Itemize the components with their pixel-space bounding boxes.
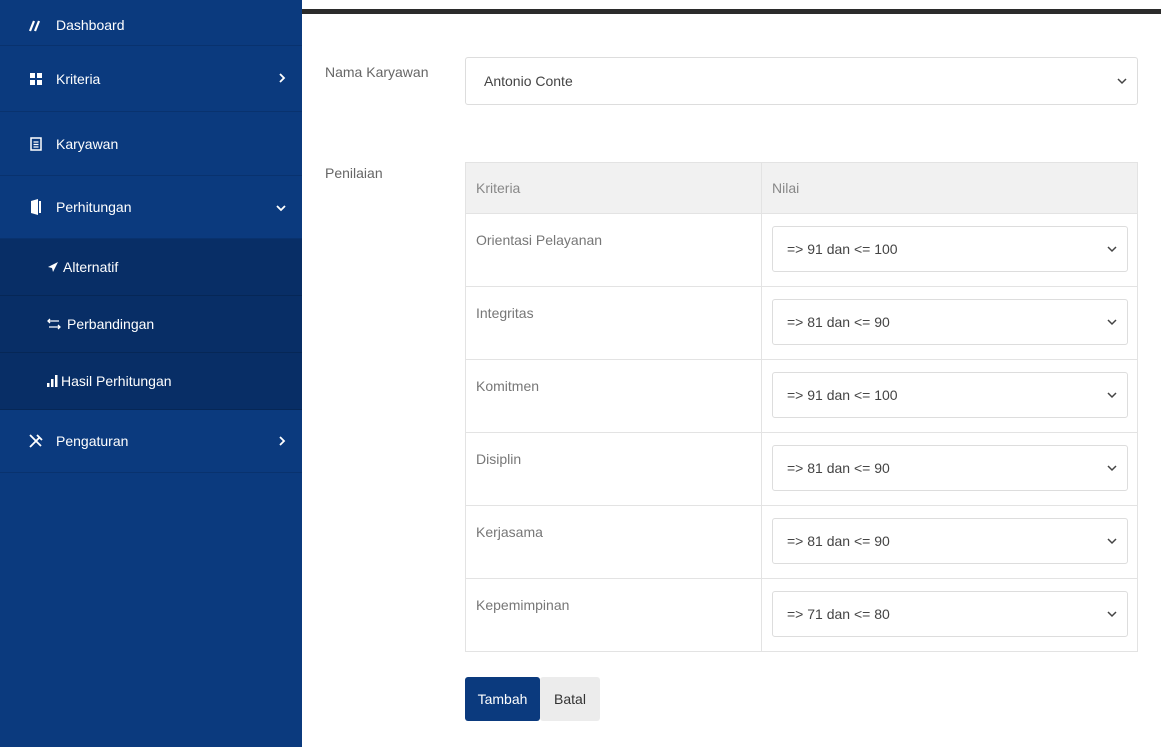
- value-select-text: => 91 dan <= 100: [787, 387, 898, 403]
- value-select[interactable]: => 91 dan <= 100: [772, 372, 1128, 418]
- assessment-label: Penilaian: [325, 165, 383, 181]
- table-row: Integritas => 81 dan <= 90: [465, 286, 1138, 360]
- column-header-kriteria: Kriteria: [465, 162, 762, 214]
- sidebar-item-label: Pengaturan: [56, 433, 129, 449]
- send-icon: [47, 261, 59, 273]
- employee-label: Nama Karyawan: [325, 64, 429, 80]
- sidebar-subitem-perbandingan[interactable]: Perbandingan: [0, 296, 302, 353]
- sidebar-item-karyawan[interactable]: Karyawan: [0, 112, 302, 176]
- criteria-name: Orientasi Pelayanan: [465, 213, 762, 287]
- sidebar-item-kriteria[interactable]: Kriteria: [0, 46, 302, 112]
- criteria-name: Disiplin: [465, 432, 762, 506]
- value-select[interactable]: => 81 dan <= 90: [772, 518, 1128, 564]
- bar-chart-icon: [47, 375, 59, 387]
- value-select-text: => 81 dan <= 90: [787, 533, 890, 549]
- chevron-down-icon: [1107, 465, 1117, 472]
- sidebar-item-dashboard[interactable]: Dashboard: [0, 0, 302, 46]
- chevron-right-icon: [278, 71, 286, 86]
- value-cell: => 81 dan <= 90: [761, 286, 1138, 360]
- column-header-nilai: Nilai: [761, 162, 1138, 214]
- value-select-text: => 91 dan <= 100: [787, 241, 898, 257]
- chevron-down-icon: [1107, 319, 1117, 326]
- sidebar: Dashboard Kriteria Karyawan Perhitungan …: [0, 0, 302, 747]
- sidebar-subitem-label: Alternatif: [63, 259, 119, 275]
- table-header-row: Kriteria Nilai: [465, 162, 1138, 214]
- sidebar-item-label: Karyawan: [56, 135, 119, 152]
- exchange-icon: [47, 318, 61, 330]
- value-select-text: => 81 dan <= 90: [787, 460, 890, 476]
- table-row: Orientasi Pelayanan => 91 dan <= 100: [465, 213, 1138, 287]
- employee-select-value: Antonio Conte: [484, 73, 573, 89]
- assessment-table: Kriteria Nilai Orientasi Pelayanan => 91…: [465, 162, 1138, 652]
- add-button[interactable]: Tambah: [465, 677, 540, 721]
- grid-icon: [28, 71, 44, 87]
- value-select[interactable]: => 91 dan <= 100: [772, 226, 1128, 272]
- employee-select[interactable]: Antonio Conte: [465, 57, 1138, 105]
- criteria-name: Kepemimpinan: [465, 578, 762, 652]
- sidebar-item-label: Perhitungan: [56, 199, 132, 215]
- sidebar-item-label: Kriteria: [56, 70, 101, 87]
- sidebar-subitem-label: Perbandingan: [67, 316, 155, 332]
- chevron-down-icon: [1107, 538, 1117, 545]
- sidebar-subitem-label: Hasil Perhitungan: [61, 373, 172, 389]
- value-cell: => 71 dan <= 80: [761, 578, 1138, 652]
- value-cell: => 81 dan <= 90: [761, 505, 1138, 579]
- chevron-down-icon: [1117, 78, 1127, 85]
- criteria-name: Kerjasama: [465, 505, 762, 579]
- chevron-down-icon: [1107, 392, 1117, 399]
- criteria-name: Integritas: [465, 286, 762, 360]
- value-select-text: => 81 dan <= 90: [787, 314, 890, 330]
- value-cell: => 81 dan <= 90: [761, 432, 1138, 506]
- table-row: Kerjasama => 81 dan <= 90: [465, 505, 1138, 579]
- sidebar-item-perhitungan[interactable]: Perhitungan: [0, 176, 302, 239]
- criteria-name: Komitmen: [465, 359, 762, 433]
- value-select[interactable]: => 81 dan <= 90: [772, 299, 1128, 345]
- table-row: Kepemimpinan => 71 dan <= 80: [465, 578, 1138, 652]
- sidebar-subitem-hasil-perhitungan[interactable]: Hasil Perhitungan: [0, 353, 302, 410]
- value-cell: => 91 dan <= 100: [761, 359, 1138, 433]
- document-icon: [28, 136, 44, 152]
- sidebar-item-label: Dashboard: [56, 16, 125, 33]
- sidebar-item-pengaturan[interactable]: Pengaturan: [0, 410, 302, 473]
- chevron-down-icon: [1107, 246, 1117, 253]
- value-select[interactable]: => 71 dan <= 80: [772, 591, 1128, 637]
- tools-icon: [28, 433, 44, 449]
- dashboard-icon: [28, 17, 44, 33]
- chevron-down-icon: [276, 200, 286, 215]
- value-select-text: => 71 dan <= 80: [787, 606, 890, 622]
- sidebar-subitem-alternatif[interactable]: Alternatif: [0, 239, 302, 296]
- value-select[interactable]: => 81 dan <= 90: [772, 445, 1128, 491]
- cancel-button[interactable]: Batal: [540, 677, 600, 721]
- chevron-right-icon: [278, 434, 286, 449]
- value-cell: => 91 dan <= 100: [761, 213, 1138, 287]
- chevron-down-icon: [1107, 611, 1117, 618]
- table-row: Disiplin => 81 dan <= 90: [465, 432, 1138, 506]
- wallet-icon: [28, 199, 44, 215]
- table-row: Komitmen => 91 dan <= 100: [465, 359, 1138, 433]
